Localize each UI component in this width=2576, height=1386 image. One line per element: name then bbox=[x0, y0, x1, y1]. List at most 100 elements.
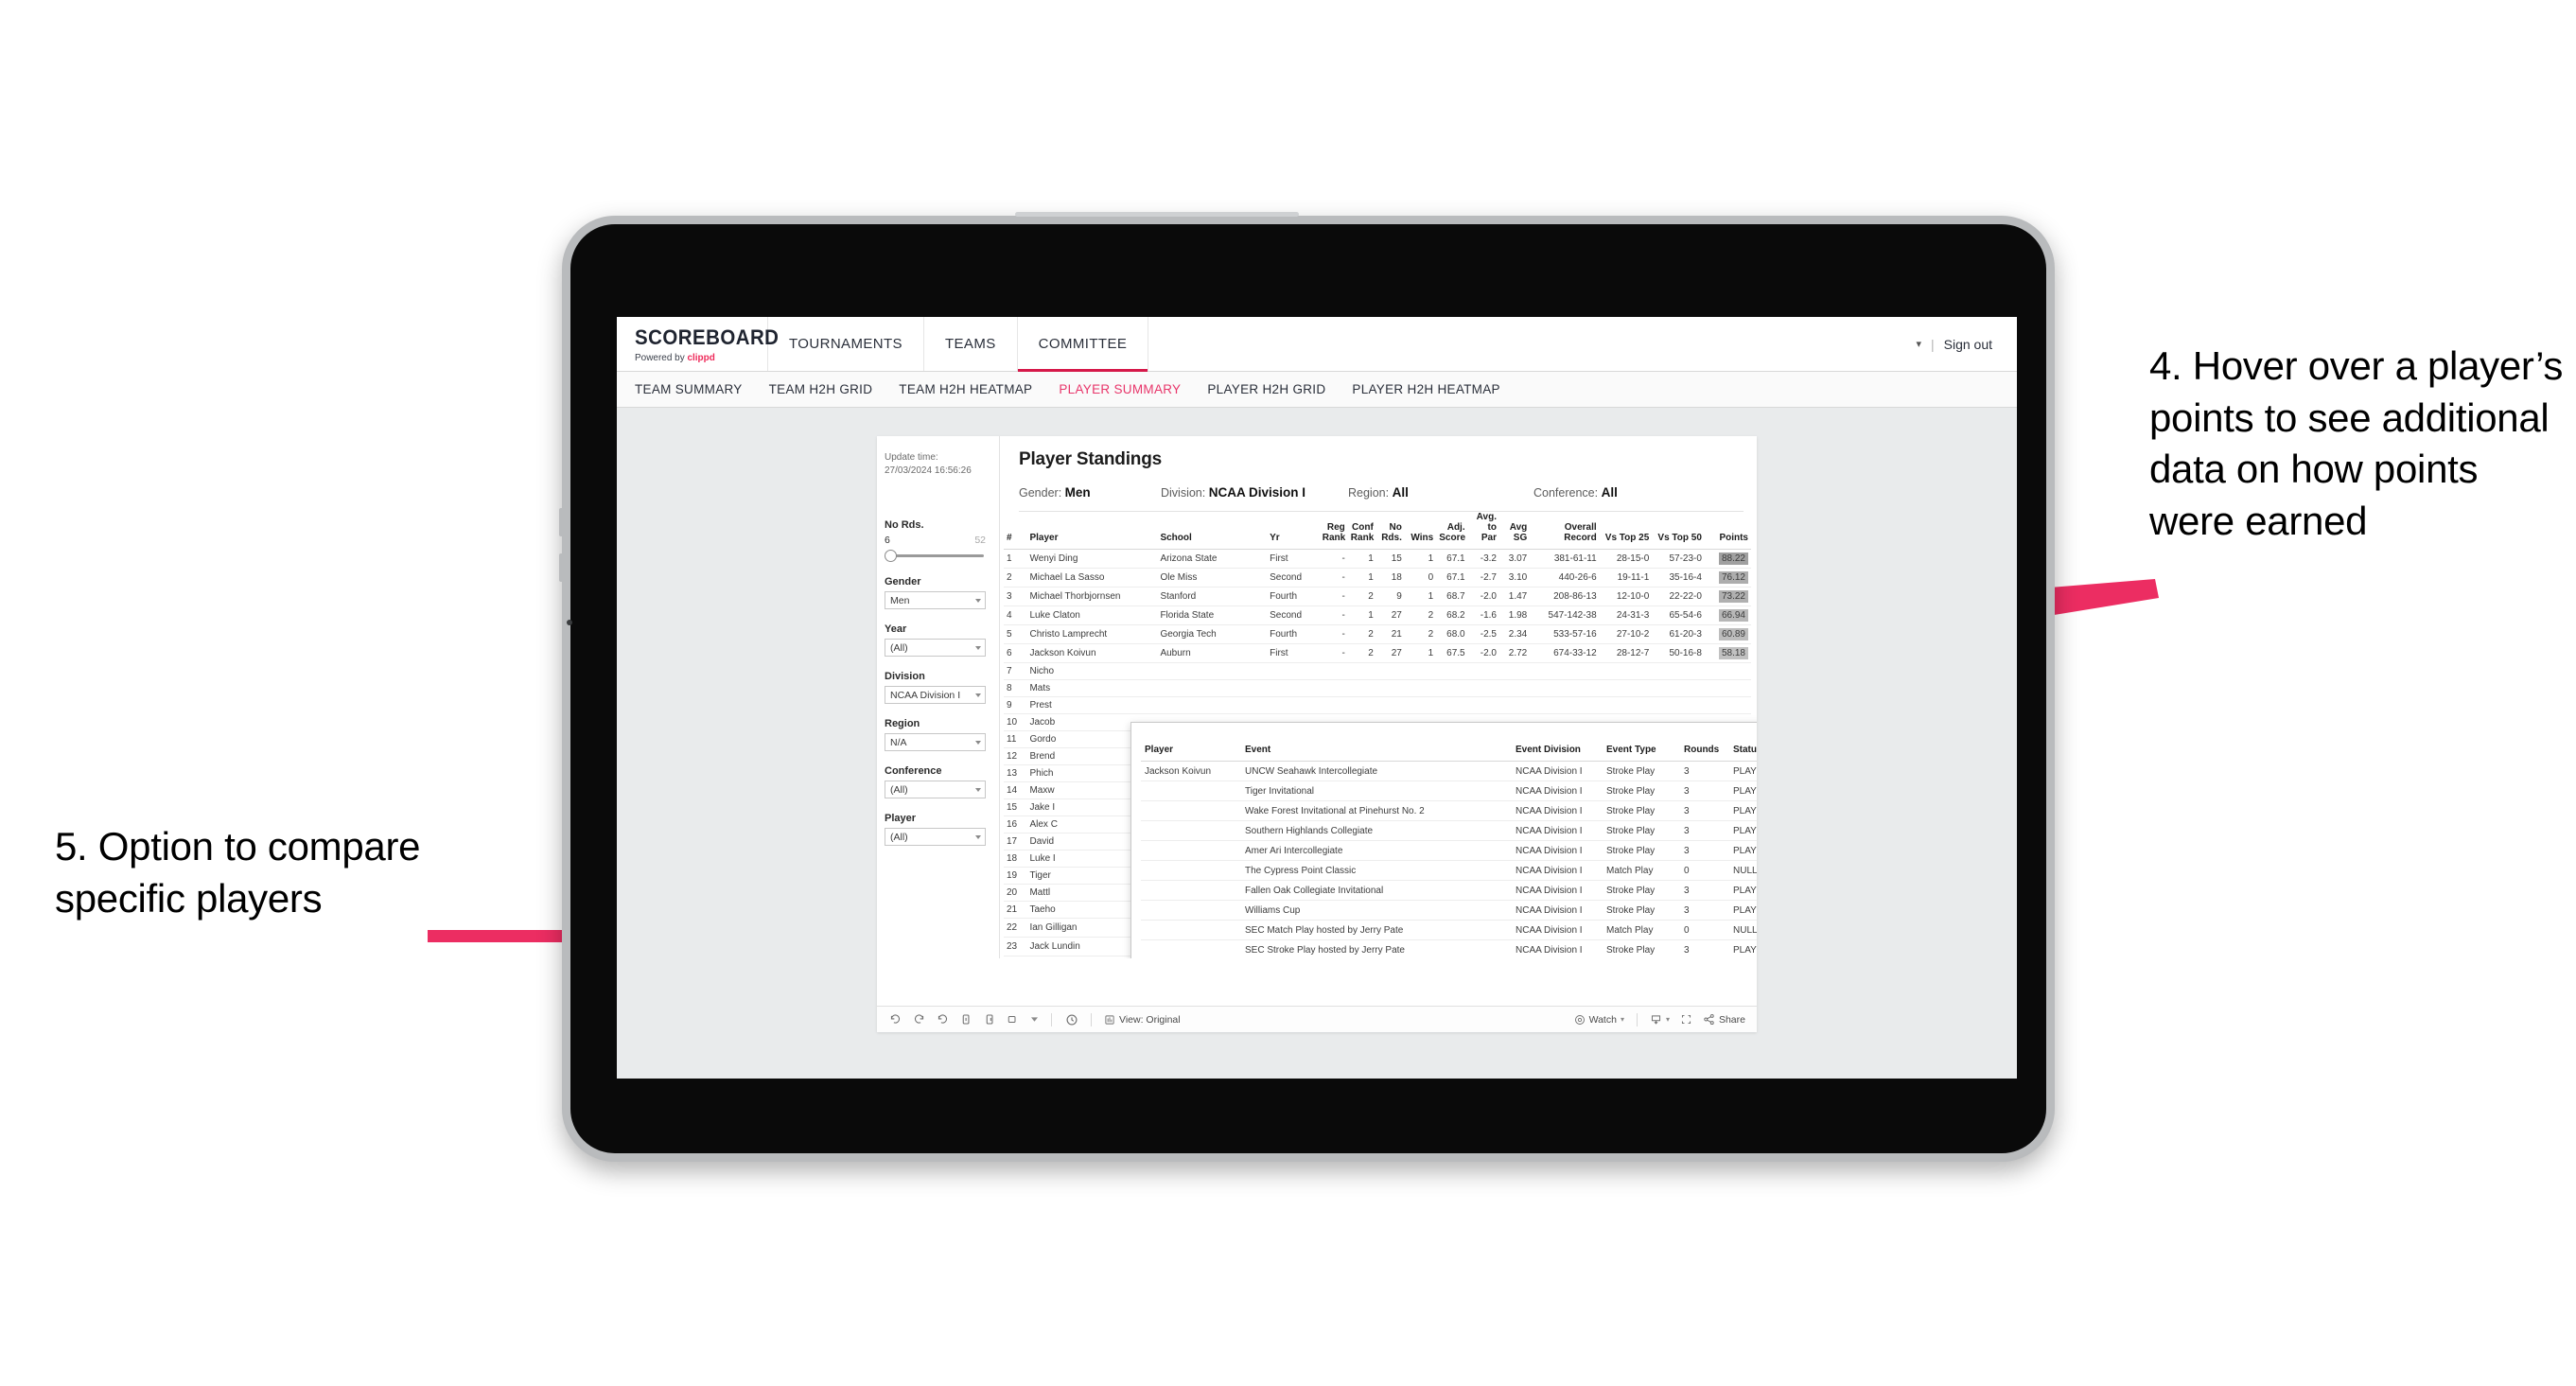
cell-school bbox=[1157, 696, 1268, 714]
cell-points[interactable]: 73.22 bbox=[1704, 587, 1751, 606]
subnav-team-h2h-heatmap[interactable]: TEAM H2H HEATMAP bbox=[899, 382, 1032, 396]
col-header-vs-top-50[interactable]: Vs Top 50 bbox=[1652, 512, 1705, 550]
filter-year: Year (All) bbox=[885, 623, 986, 657]
region-select[interactable]: N/A bbox=[885, 733, 986, 751]
cell-overall-record: 208-86-13 bbox=[1530, 587, 1600, 606]
col-header-avg-to-par[interactable]: Avg. to Par bbox=[1467, 512, 1499, 550]
points-value[interactable]: 60.89 bbox=[1718, 627, 1748, 640]
col-header-yr[interactable]: Yr bbox=[1267, 512, 1320, 550]
col-header-vs-top-25[interactable]: Vs Top 25 bbox=[1599, 512, 1653, 550]
chevron-down-icon bbox=[975, 645, 981, 650]
table-row[interactable]: 1 Wenyi Ding Arizona State First -1 15 1 67.1 -3… bbox=[1004, 549, 1751, 569]
col-header-reg-rank[interactable]: Reg Rank bbox=[1319, 512, 1348, 550]
brand-logo[interactable]: SCOREBOARD Powered by clippd bbox=[617, 317, 779, 371]
col-header-points[interactable]: Points bbox=[1704, 512, 1751, 550]
subnav-team-summary[interactable]: TEAM SUMMARY bbox=[635, 382, 743, 396]
nav-tab-tournaments[interactable]: TOURNAMENTS bbox=[768, 317, 924, 371]
standings-table-wrap[interactable]: # Player School Yr Reg Rank Conf Rank No Rds. Wins… bbox=[1000, 512, 1757, 958]
cell-points[interactable]: 66.94 bbox=[1704, 605, 1751, 625]
cell-conf-rank: 2 bbox=[1347, 587, 1376, 606]
redo-icon[interactable] bbox=[912, 1012, 926, 1026]
watch-button[interactable]: Watch ▾ bbox=[1574, 1014, 1624, 1026]
account-icon[interactable]: ▾ bbox=[1916, 338, 1921, 350]
cell-points[interactable]: 58.18 bbox=[1704, 643, 1751, 663]
table-row[interactable]: 7 Nicho bbox=[1004, 662, 1751, 680]
cell-points[interactable] bbox=[1704, 679, 1751, 697]
cell-adj-score: 68.0 bbox=[1436, 624, 1468, 644]
cell-no-rds: 18 bbox=[1376, 568, 1405, 588]
cell-points[interactable] bbox=[1704, 662, 1751, 680]
col-header-player[interactable]: Player bbox=[1026, 512, 1158, 550]
col-header-[interactable]: # bbox=[1004, 512, 1027, 550]
chevron-down-icon[interactable] bbox=[1030, 1012, 1039, 1026]
fullscreen-icon[interactable] bbox=[1679, 1012, 1693, 1026]
slider-handle[interactable] bbox=[885, 550, 897, 562]
share-button[interactable]: Share bbox=[1703, 1013, 1745, 1026]
tooltip-cell-event-type: Stroke Play bbox=[1603, 761, 1680, 782]
undo-icon[interactable] bbox=[888, 1012, 902, 1026]
table-row[interactable]: 8 Mats bbox=[1004, 679, 1751, 697]
player-select[interactable]: (All) bbox=[885, 828, 986, 846]
cell-points[interactable]: 76.12 bbox=[1704, 568, 1751, 588]
col-header-adj-score[interactable]: Adj. Score bbox=[1436, 512, 1468, 550]
tooltip-cell-event: Williams Cup bbox=[1241, 900, 1512, 921]
points-value[interactable]: 76.12 bbox=[1718, 570, 1748, 584]
refresh-icon[interactable] bbox=[959, 1012, 973, 1026]
cell-avg-to-par: -1.6 bbox=[1467, 605, 1499, 625]
tooltip-row: Williams Cup NCAA Division I Stroke Play 3 P… bbox=[1141, 900, 1757, 921]
tooltip-cell-rounds: 3 bbox=[1680, 900, 1729, 921]
points-value[interactable]: 88.22 bbox=[1718, 552, 1748, 565]
filter-player-label: Player bbox=[885, 813, 917, 824]
main-nav: TOURNAMENTS TEAMS COMMITTEE bbox=[768, 317, 1149, 372]
points-value[interactable]: 73.22 bbox=[1718, 589, 1748, 603]
tooltip-row: SEC Match Play hosted by Jerry Pate NCAA … bbox=[1141, 920, 1757, 941]
cell-yr: Fourth bbox=[1267, 587, 1320, 606]
conference-select[interactable]: (All) bbox=[885, 781, 986, 798]
view-original-button[interactable]: View: Original bbox=[1104, 1014, 1181, 1026]
cell-points[interactable]: 88.22 bbox=[1704, 549, 1751, 569]
nav-tab-teams[interactable]: TEAMS bbox=[924, 317, 1018, 371]
division-select[interactable]: NCAA Division I bbox=[885, 686, 986, 704]
table-row[interactable]: 2 Michael La Sasso Ole Miss Second -1 18 0 67.1… bbox=[1004, 568, 1751, 588]
year-select[interactable]: (All) bbox=[885, 639, 986, 657]
table-row[interactable]: 5 Christo Lamprecht Georgia Tech Fourth -2 21… bbox=[1004, 624, 1751, 644]
sign-out-link[interactable]: Sign out bbox=[1944, 337, 1992, 352]
download-button[interactable]: ▾ bbox=[1650, 1013, 1670, 1026]
filter-division: Division NCAA Division I bbox=[885, 671, 986, 704]
revert-icon[interactable] bbox=[936, 1012, 950, 1026]
table-row[interactable]: 9 Prest bbox=[1004, 696, 1751, 714]
cell-overall-record: 674-33-12 bbox=[1530, 643, 1600, 663]
col-header-school[interactable]: School bbox=[1157, 512, 1268, 550]
volume-down-button[interactable] bbox=[559, 553, 564, 582]
cell-no-rds bbox=[1376, 696, 1405, 714]
col-header-no-rds[interactable]: No Rds. bbox=[1376, 512, 1405, 550]
col-header-wins[interactable]: Wins bbox=[1404, 512, 1437, 550]
table-row[interactable]: 6 Jackson Koivun Auburn First -2 27 1 67.5 -2.0 2… bbox=[1004, 643, 1751, 663]
tooltip-table-head: Player Event Event Division Event Type Round… bbox=[1141, 730, 1757, 763]
col-header-overall-record[interactable]: Overall Record bbox=[1530, 512, 1600, 550]
cell-points[interactable]: 60.89 bbox=[1704, 624, 1751, 644]
col-header-avg-sg[interactable]: Avg SG bbox=[1498, 512, 1531, 550]
history-clock-icon[interactable] bbox=[1064, 1012, 1078, 1026]
subnav-player-summary[interactable]: PLAYER SUMMARY bbox=[1059, 382, 1181, 396]
filter-chip-division: Division: NCAA Division I bbox=[1161, 485, 1348, 500]
tooltip-cell-player bbox=[1141, 900, 1241, 921]
cell-no-rds: 27 bbox=[1376, 643, 1405, 663]
cell-points[interactable] bbox=[1704, 696, 1751, 714]
subnav-player-h2h-heatmap[interactable]: PLAYER H2H HEATMAP bbox=[1352, 382, 1499, 396]
col-header-conf-rank[interactable]: Conf Rank bbox=[1347, 512, 1376, 550]
tablet-device: SCOREBOARD Powered by clippd TOURNAMENTS… bbox=[559, 212, 2055, 1162]
points-value[interactable]: 66.94 bbox=[1718, 608, 1748, 622]
subnav-team-h2h-grid[interactable]: TEAM H2H GRID bbox=[769, 382, 873, 396]
table-row[interactable]: 3 Michael Thorbjornsen Stanford Fourth -2 9 1 6… bbox=[1004, 587, 1751, 606]
gender-select[interactable]: Men bbox=[885, 591, 986, 609]
volume-up-button[interactable] bbox=[559, 508, 564, 536]
pause-icon[interactable] bbox=[983, 1012, 997, 1026]
table-row[interactable]: 4 Luke Claton Florida State Second -1 27 2 68.2… bbox=[1004, 605, 1751, 625]
points-value[interactable]: 58.18 bbox=[1718, 646, 1748, 659]
chevron-down-icon: ▾ bbox=[1665, 1015, 1670, 1024]
no-rds-slider[interactable] bbox=[885, 549, 986, 562]
subnav-player-h2h-grid[interactable]: PLAYER H2H GRID bbox=[1207, 382, 1325, 396]
undo-history-icon[interactable] bbox=[1007, 1012, 1021, 1026]
nav-tab-committee[interactable]: COMMITTEE bbox=[1017, 317, 1149, 372]
